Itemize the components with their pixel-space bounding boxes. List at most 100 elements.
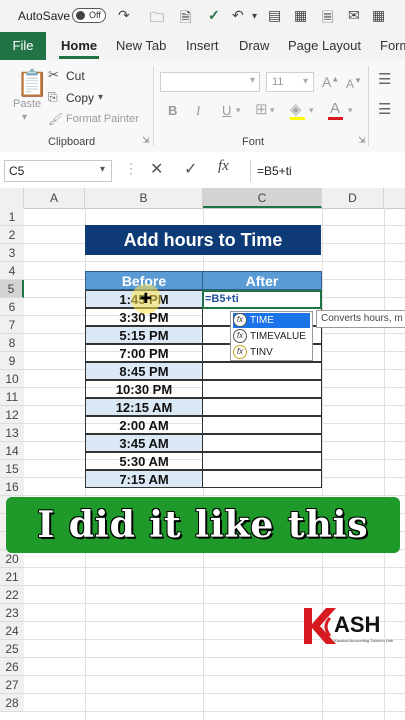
redo-icon[interactable]: ↷ bbox=[118, 7, 130, 24]
autocomplete-item-time[interactable]: fx TIME bbox=[233, 313, 310, 328]
before-cell[interactable]: 7:15 AM bbox=[85, 470, 203, 488]
after-cell[interactable] bbox=[202, 380, 322, 398]
tab-draw[interactable]: Draw bbox=[239, 38, 269, 53]
row-header[interactable]: 9 bbox=[0, 352, 24, 370]
before-cell[interactable]: 8:45 PM bbox=[85, 362, 203, 380]
row-header[interactable]: 11 bbox=[0, 388, 24, 406]
align-top-icon[interactable]: ☰ bbox=[378, 70, 391, 88]
insert-function-icon[interactable]: fx bbox=[218, 158, 229, 175]
column-header-d[interactable]: D bbox=[322, 188, 384, 208]
name-box-dropdown-icon[interactable]: ▾ bbox=[100, 164, 105, 175]
after-cell[interactable] bbox=[202, 398, 322, 416]
row-header[interactable]: 25 bbox=[0, 640, 24, 658]
bold-button[interactable]: B bbox=[168, 103, 177, 118]
copy-label[interactable]: Copy bbox=[66, 91, 94, 105]
font-launcher-icon[interactable]: ⇲ bbox=[358, 135, 366, 146]
after-cell[interactable] bbox=[202, 470, 322, 488]
after-cell[interactable] bbox=[202, 452, 322, 470]
row-header[interactable]: 14 bbox=[0, 442, 24, 460]
after-cell[interactable] bbox=[202, 416, 322, 434]
increase-font-icon[interactable]: A▲ bbox=[322, 74, 339, 90]
before-cell[interactable]: 2:00 AM bbox=[85, 416, 203, 434]
row-header[interactable]: 5 bbox=[0, 280, 24, 298]
before-cell[interactable]: 12:15 AM bbox=[85, 398, 203, 416]
font-size-box[interactable]: 11 ▾ bbox=[266, 72, 314, 92]
row-header[interactable]: 24 bbox=[0, 622, 24, 640]
fill-color-dropdown-icon[interactable]: ▾ bbox=[309, 105, 314, 116]
row-header[interactable]: 26 bbox=[0, 658, 24, 676]
font-name-box[interactable] bbox=[160, 72, 260, 92]
grid-icon[interactable]: ▦ bbox=[294, 7, 307, 24]
autocomplete-item-tinv[interactable]: fx TINV bbox=[233, 345, 310, 360]
row-header[interactable]: 12 bbox=[0, 406, 24, 424]
active-cell-c5[interactable]: =B5+ti bbox=[202, 290, 322, 309]
autocomplete-item-timevalue[interactable]: fx TIMEVALUE bbox=[233, 329, 310, 344]
before-cell[interactable]: 10:30 PM bbox=[85, 380, 203, 398]
undo-icon[interactable]: ↶ bbox=[232, 7, 244, 24]
tab-page-layout[interactable]: Page Layout bbox=[288, 38, 361, 53]
before-cell[interactable]: 3:45 AM bbox=[85, 434, 203, 452]
row-header[interactable]: 15 bbox=[0, 460, 24, 478]
undo-dropdown-icon[interactable]: ▾ bbox=[252, 11, 257, 22]
borders-dropdown-icon[interactable]: ▾ bbox=[270, 105, 275, 116]
row-header[interactable]: 21 bbox=[0, 568, 24, 586]
cut-icon[interactable]: ✂ bbox=[48, 67, 59, 83]
column-header-a[interactable]: A bbox=[24, 188, 85, 208]
decrease-font-icon[interactable]: A▼ bbox=[346, 76, 362, 91]
autosave-toggle[interactable]: Off bbox=[72, 8, 106, 23]
clipboard-launcher-icon[interactable]: ⇲ bbox=[142, 135, 150, 146]
row-header[interactable]: 16 bbox=[0, 478, 24, 496]
row-header[interactable]: 1 bbox=[0, 208, 24, 226]
underline-button[interactable]: U bbox=[222, 103, 231, 118]
tab-insert[interactable]: Insert bbox=[186, 38, 219, 53]
paste-label[interactable]: Paste bbox=[13, 98, 41, 110]
row-header[interactable]: 2 bbox=[0, 226, 24, 244]
fill-color-icon[interactable]: ◈ bbox=[290, 100, 302, 118]
row-header[interactable]: 8 bbox=[0, 334, 24, 352]
tab-home[interactable]: Home bbox=[61, 38, 97, 53]
form-icon[interactable]: ▤ bbox=[268, 7, 281, 24]
italic-button[interactable]: I bbox=[196, 103, 200, 119]
tab-file[interactable]: File bbox=[0, 32, 46, 60]
borders-icon[interactable]: ⊞ bbox=[255, 100, 268, 118]
font-name-dropdown-icon[interactable]: ▾ bbox=[250, 75, 255, 86]
row-header[interactable]: 6 bbox=[0, 298, 24, 316]
name-box[interactable]: C5 bbox=[4, 160, 112, 182]
email-icon[interactable]: ✉ bbox=[348, 7, 360, 24]
row-header[interactable]: 22 bbox=[0, 586, 24, 604]
cancel-formula-icon[interactable]: ✕ bbox=[150, 159, 163, 179]
tab-new-tab[interactable]: New Tab bbox=[116, 38, 166, 53]
row-header[interactable]: 27 bbox=[0, 676, 24, 694]
align-left-icon[interactable]: ☰ bbox=[378, 100, 391, 118]
copy-dropdown-icon[interactable]: ▾ bbox=[98, 92, 103, 103]
row-header[interactable]: 4 bbox=[0, 262, 24, 280]
enter-formula-icon[interactable]: ✓ bbox=[184, 159, 197, 179]
underline-dropdown-icon[interactable]: ▾ bbox=[236, 105, 241, 116]
cut-label[interactable]: Cut bbox=[66, 69, 85, 83]
row-header[interactable]: 10 bbox=[0, 370, 24, 388]
tab-formulas[interactable]: Form bbox=[380, 38, 405, 53]
column-header-c[interactable]: C bbox=[203, 188, 322, 208]
row-header[interactable]: 28 bbox=[0, 694, 24, 712]
select-all-corner[interactable] bbox=[0, 188, 24, 208]
formula-input[interactable]: =B5+ti bbox=[250, 160, 405, 182]
before-cell[interactable]: 5:30 AM bbox=[85, 452, 203, 470]
row-header[interactable]: 23 bbox=[0, 604, 24, 622]
row-header[interactable]: 13 bbox=[0, 424, 24, 442]
format-painter-label[interactable]: Format Painter bbox=[66, 113, 139, 125]
header-after[interactable]: After bbox=[202, 271, 322, 290]
row-header[interactable]: 7 bbox=[0, 316, 24, 334]
print-preview-icon[interactable]: 🗏 bbox=[322, 7, 333, 31]
format-painter-icon[interactable]: 🖌 bbox=[48, 112, 63, 126]
copy-icon[interactable]: ⎘ bbox=[48, 90, 58, 105]
document-icon[interactable]: 🗎 bbox=[180, 7, 191, 31]
sheet-title[interactable]: Add hours to Time bbox=[85, 225, 321, 255]
folder-icon[interactable]: 🗀 bbox=[150, 7, 164, 31]
column-header-b[interactable]: B bbox=[85, 188, 203, 208]
paste-dropdown-icon[interactable]: ▾ bbox=[22, 112, 27, 123]
table-icon[interactable]: ▦ bbox=[372, 7, 385, 24]
after-cell[interactable] bbox=[202, 362, 322, 380]
row-header[interactable]: 3 bbox=[0, 244, 24, 262]
before-cell[interactable]: 5:15 PM bbox=[85, 326, 203, 344]
paste-icon[interactable]: 📋 bbox=[16, 68, 48, 99]
